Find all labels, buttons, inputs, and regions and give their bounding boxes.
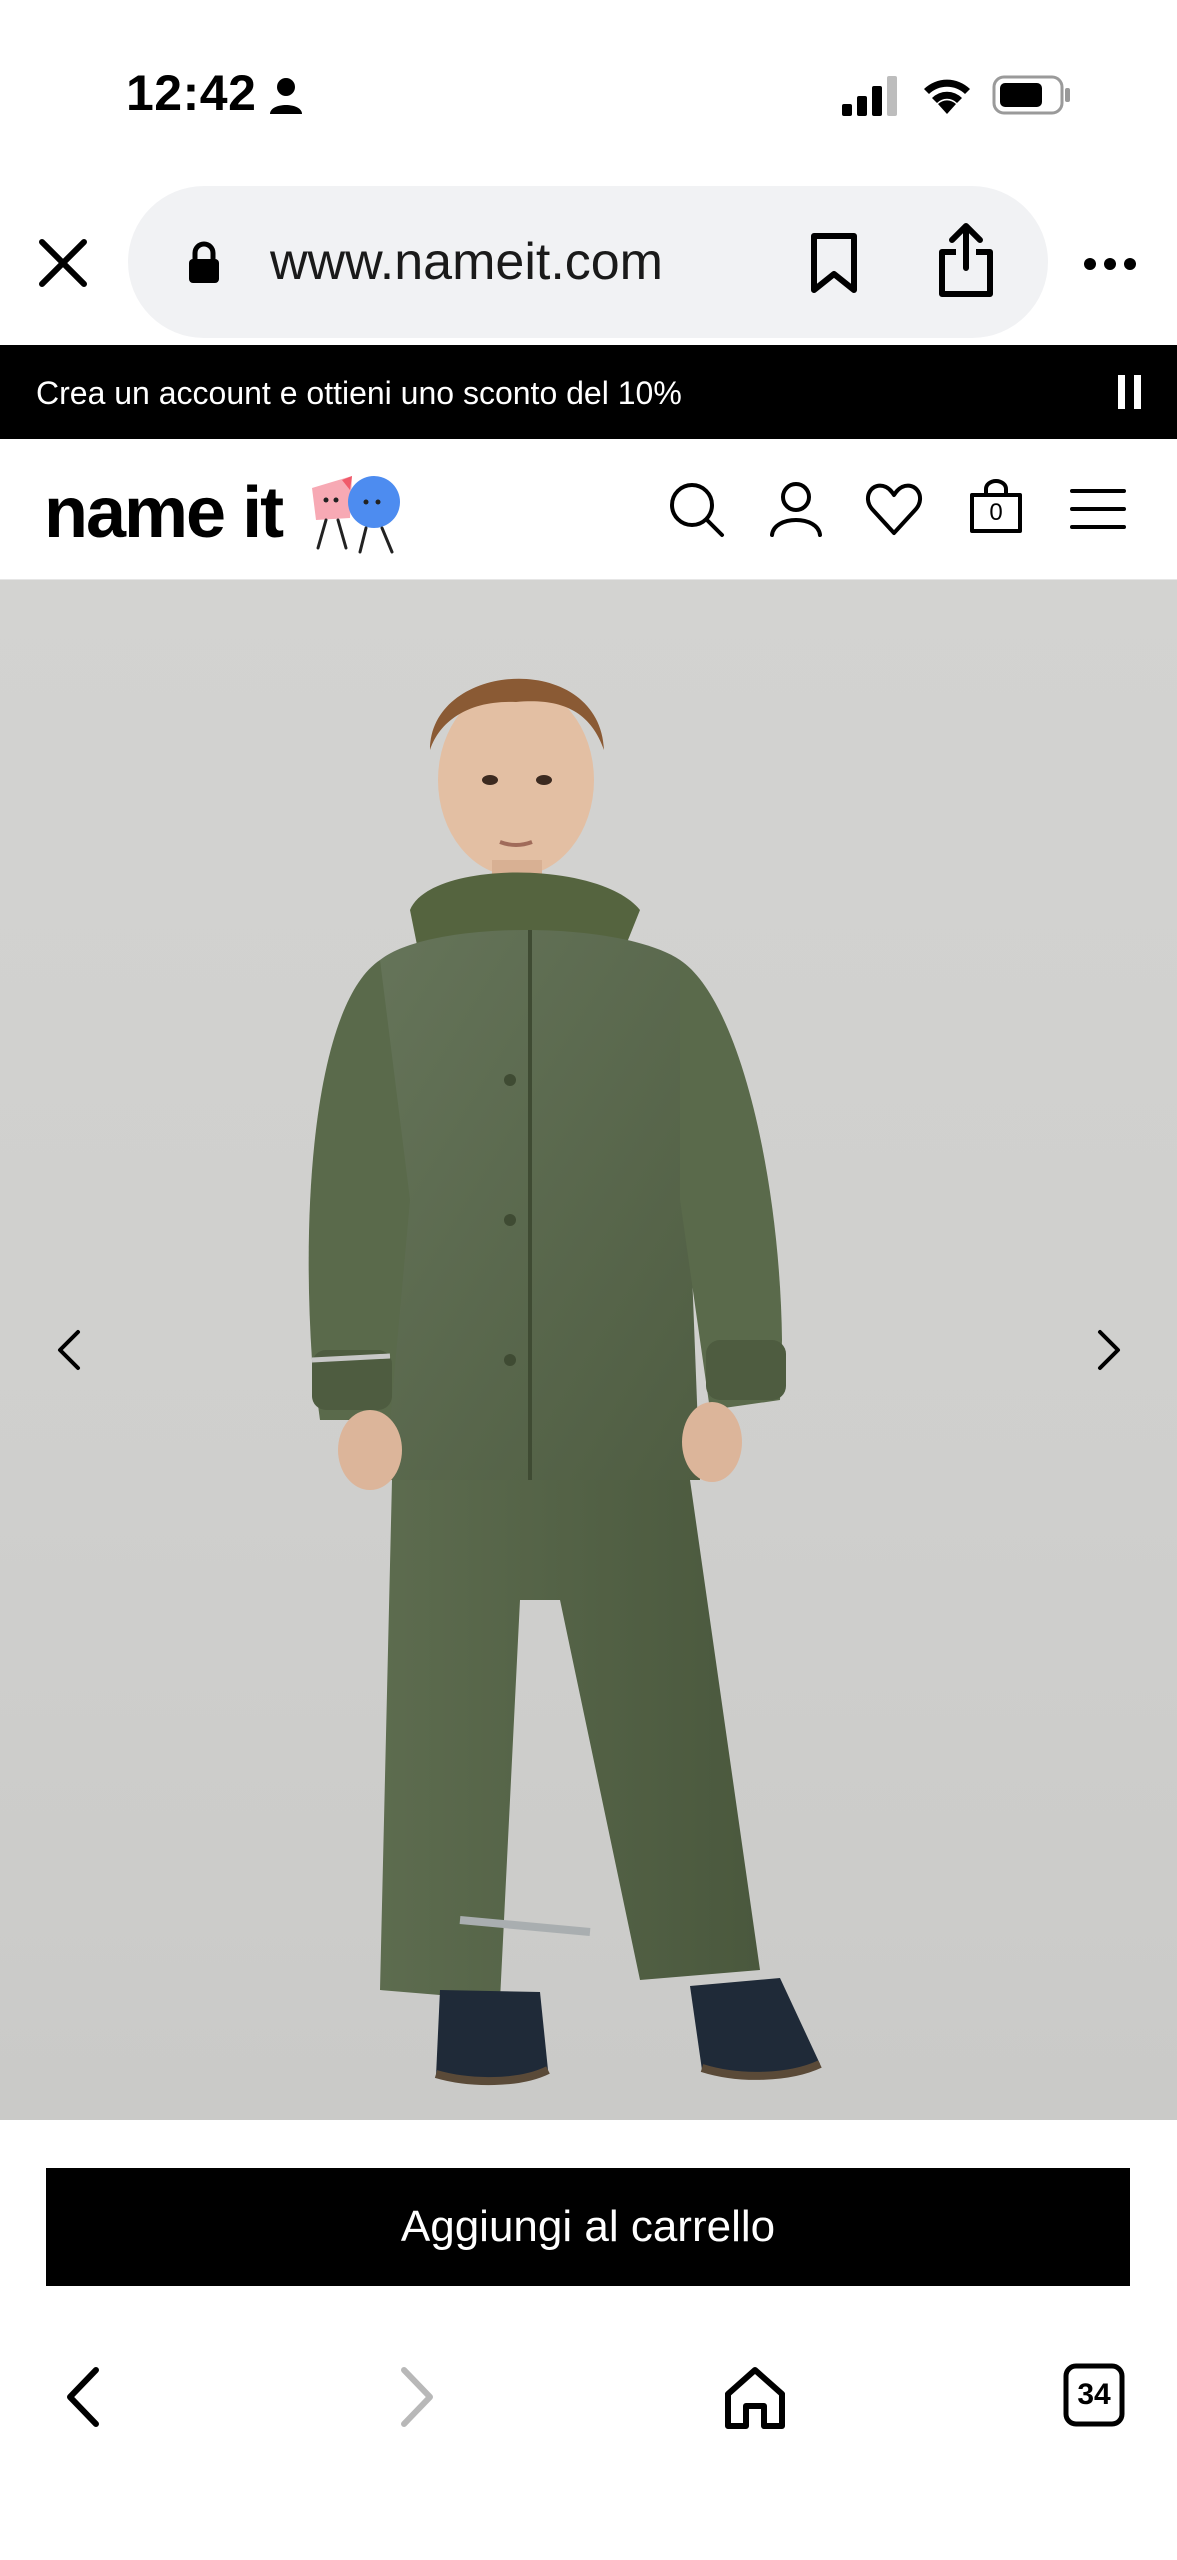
lock-icon: [189, 241, 219, 283]
tab-count: 34: [1077, 2378, 1111, 2411]
add-to-cart-button[interactable]: Aggiungi al carrello: [46, 2168, 1130, 2286]
address-bar[interactable]: www.nameit.com: [128, 186, 1048, 338]
product-photo: [308, 678, 822, 2086]
promo-banner[interactable]: Crea un account e ottieni uno sconto del…: [0, 345, 1177, 439]
browser-bottom-nav: 34: [0, 2330, 1177, 2560]
home-indicator: [388, 2530, 788, 2544]
back-arrow-icon[interactable]: [58, 2364, 108, 2430]
heart-icon[interactable]: [864, 479, 924, 539]
logo-text: name it: [44, 473, 284, 553]
battery-icon: [992, 75, 1070, 115]
wifi-icon: [924, 79, 970, 114]
person-icon: [270, 78, 302, 114]
brand-logo[interactable]: name it: [44, 473, 412, 554]
forward-arrow-icon[interactable]: [392, 2364, 442, 2430]
chevron-left-icon[interactable]: [50, 1326, 90, 1374]
bookmark-icon[interactable]: [808, 232, 860, 294]
status-bar: 12:42: [0, 0, 1177, 180]
status-time: 12:42: [126, 65, 257, 121]
promo-text[interactable]: Crea un account e ottieni uno sconto del…: [36, 375, 682, 412]
pause-icon[interactable]: [1116, 373, 1144, 411]
hamburger-menu-icon[interactable]: [1068, 479, 1128, 539]
tabs-button[interactable]: 34: [1062, 2362, 1126, 2428]
signal-icon: [842, 76, 897, 116]
share-icon[interactable]: [936, 222, 996, 298]
chevron-right-icon[interactable]: [1088, 1326, 1128, 1374]
add-to-cart-section: Aggiungi al carrello: [0, 2120, 1177, 2330]
account-icon[interactable]: [766, 479, 826, 539]
site-header: name it 0: [0, 439, 1177, 580]
browser-toolbar: www.nameit.com: [0, 180, 1177, 345]
search-icon[interactable]: [666, 479, 726, 539]
close-icon[interactable]: [36, 236, 90, 290]
url-text[interactable]: www.nameit.com: [270, 232, 663, 292]
more-options-icon[interactable]: [1082, 254, 1138, 274]
home-icon[interactable]: [720, 2362, 790, 2432]
cart-count: 0: [989, 499, 1003, 526]
product-image-carousel[interactable]: [0, 580, 1177, 2120]
cart-button[interactable]: 0: [966, 479, 1026, 539]
mascot-icon: [312, 476, 401, 554]
